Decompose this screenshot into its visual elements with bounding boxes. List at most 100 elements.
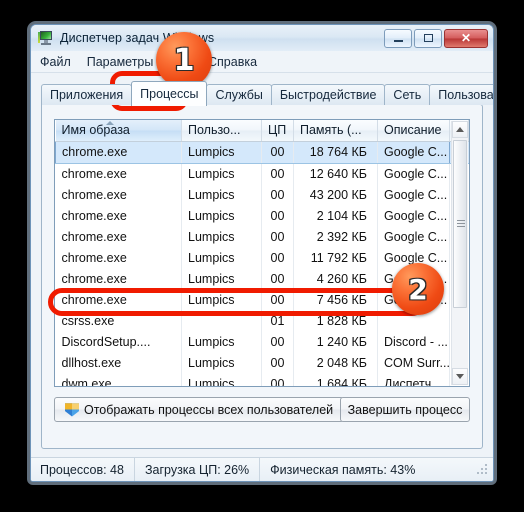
cell-memory: 4 260 КБ bbox=[293, 268, 378, 290]
menu-bar: Файл Параметры Вид Справка bbox=[31, 51, 493, 73]
table-row[interactable]: dllhost.exe Lumpics 00 2 048 КБ COM Surr... bbox=[55, 352, 469, 374]
cell-cpu: 00 bbox=[261, 205, 294, 227]
tab-processes[interactable]: Процессы bbox=[131, 81, 208, 106]
task-manager-icon bbox=[38, 30, 54, 46]
show-all-users-button[interactable]: Отображать процессы всех пользователей bbox=[54, 397, 345, 422]
end-process-label: Завершить процесс bbox=[347, 402, 463, 417]
cell-memory: 18 764 КБ bbox=[293, 140, 378, 164]
cell-description: Google C... bbox=[377, 247, 450, 269]
cell-cpu: 00 bbox=[261, 289, 294, 311]
cell-memory: 2 392 КБ bbox=[293, 226, 378, 248]
chevron-down-icon bbox=[456, 374, 464, 379]
scroll-down-button[interactable] bbox=[452, 368, 468, 385]
scroll-up-button[interactable] bbox=[452, 121, 468, 138]
tab-strip: Приложения Процессы Службы Быстродействи… bbox=[41, 81, 493, 106]
cell-user: Lumpics bbox=[181, 226, 262, 248]
cell-image-name: chrome.exe bbox=[55, 247, 182, 269]
resize-grip-icon[interactable] bbox=[476, 463, 490, 477]
cell-image-name: chrome.exe bbox=[55, 226, 182, 248]
cell-memory: 2 104 КБ bbox=[293, 205, 378, 227]
tab-network[interactable]: Сеть bbox=[384, 84, 431, 105]
status-process-count: Процессов: 48 bbox=[31, 458, 135, 481]
column-header-image-name[interactable]: Имя образа bbox=[55, 120, 182, 142]
menu-item-view[interactable]: Вид bbox=[169, 55, 192, 69]
status-cpu-usage: Загрузка ЦП: 26% bbox=[135, 458, 261, 481]
table-row[interactable]: chrome.exe Lumpics 00 11 792 КБ Google C... bbox=[55, 247, 469, 269]
tab-applications[interactable]: Приложения bbox=[41, 84, 133, 105]
cell-memory: 11 792 КБ bbox=[293, 247, 378, 269]
scrollbar-grip-icon bbox=[457, 220, 465, 228]
vertical-scrollbar[interactable] bbox=[451, 121, 468, 385]
cell-user: Lumpics bbox=[181, 373, 262, 386]
cell-cpu: 01 bbox=[261, 310, 294, 332]
minimize-button[interactable] bbox=[384, 28, 412, 48]
cell-image-name: chrome.exe bbox=[55, 184, 182, 206]
cell-image-name: chrome.exe bbox=[55, 163, 182, 185]
cell-cpu: 00 bbox=[261, 352, 294, 374]
window-title: Диспетчер задач Windows bbox=[60, 31, 215, 45]
table-row[interactable]: chrome.exe Lumpics 00 2 104 КБ Google C... bbox=[55, 205, 469, 227]
show-all-users-label: Отображать процессы всех пользователей bbox=[84, 402, 334, 417]
table-row[interactable]: csrss.exe 01 1 828 КБ bbox=[55, 310, 469, 332]
table-row[interactable]: chrome.exe Lumpics 00 4 260 КБ Google C... bbox=[55, 268, 469, 290]
menu-item-options[interactable]: Параметры bbox=[87, 55, 154, 69]
process-list[interactable]: Имя образа Пользо... ЦП Память (... Опис… bbox=[54, 119, 470, 387]
tab-users[interactable]: Пользователи bbox=[429, 84, 493, 105]
status-physical-memory: Физическая память: 43% bbox=[270, 462, 416, 477]
end-process-button[interactable]: Завершить процесс bbox=[340, 397, 470, 422]
cell-image-name: chrome.exe bbox=[55, 205, 182, 227]
tab-services[interactable]: Службы bbox=[206, 84, 272, 105]
button-row: Отображать процессы всех пользователей З… bbox=[54, 397, 470, 422]
cell-description: Диспетч... bbox=[377, 373, 450, 386]
cell-description bbox=[377, 310, 450, 332]
tab-performance[interactable]: Быстродействие bbox=[270, 84, 386, 105]
table-row[interactable]: chrome.exe Lumpics 00 43 200 КБ Google C... bbox=[55, 184, 469, 206]
cell-memory: 12 640 КБ bbox=[293, 163, 378, 185]
cell-memory: 1 828 КБ bbox=[293, 310, 378, 332]
column-header-user[interactable]: Пользо... bbox=[181, 120, 262, 142]
maximize-button[interactable] bbox=[414, 28, 442, 48]
table-row[interactable]: chrome.exe Lumpics 00 7 456 КБ Google C... bbox=[55, 289, 469, 311]
process-table-body: chrome.exe Lumpics 00 18 764 КБ Google C... c… bbox=[55, 140, 469, 386]
menu-item-help[interactable]: Справка bbox=[208, 55, 257, 69]
window-controls: ✕ bbox=[384, 28, 490, 48]
column-header-cpu[interactable]: ЦП bbox=[261, 120, 294, 142]
cell-user: Lumpics bbox=[181, 205, 262, 227]
cell-image-name: DiscordSetup.... bbox=[55, 331, 182, 353]
table-row[interactable]: dwm.exe Lumpics 00 1 684 КБ Диспетч... bbox=[55, 373, 469, 386]
table-row[interactable]: chrome.exe Lumpics 00 18 764 КБ Google C... bbox=[55, 140, 469, 164]
cell-user: Lumpics bbox=[181, 352, 262, 374]
cell-image-name: csrss.exe bbox=[55, 310, 182, 332]
table-row[interactable]: chrome.exe Lumpics 00 2 392 КБ Google C... bbox=[55, 226, 469, 248]
screenshot-canvas: Диспетчер задач Windows ✕ Файл Параметры… bbox=[0, 0, 524, 512]
column-header-description[interactable]: Описание bbox=[377, 120, 450, 142]
task-manager-window: Диспетчер задач Windows ✕ Файл Параметры… bbox=[30, 24, 494, 482]
cell-description: Google C... bbox=[377, 226, 450, 248]
cell-image-name: dllhost.exe bbox=[55, 352, 182, 374]
sort-ascending-icon bbox=[106, 121, 115, 125]
menu-item-file[interactable]: Файл bbox=[40, 55, 71, 69]
table-row[interactable]: chrome.exe Lumpics 00 12 640 КБ Google C... bbox=[55, 163, 469, 185]
cell-memory: 1 684 КБ bbox=[293, 373, 378, 386]
cell-cpu: 00 bbox=[261, 331, 294, 353]
cell-cpu: 00 bbox=[261, 184, 294, 206]
scrollbar-thumb[interactable] bbox=[453, 140, 467, 308]
cell-memory: 7 456 КБ bbox=[293, 289, 378, 311]
column-header-memory[interactable]: Память (... bbox=[293, 120, 378, 142]
close-button[interactable]: ✕ bbox=[444, 28, 488, 48]
cell-memory: 1 240 КБ bbox=[293, 331, 378, 353]
cell-user: Lumpics bbox=[181, 331, 262, 353]
cell-cpu: 00 bbox=[261, 373, 294, 386]
process-table: Имя образа Пользо... ЦП Память (... Опис… bbox=[55, 120, 469, 386]
client-area: Приложения Процессы Службы Быстродействи… bbox=[31, 73, 493, 481]
title-bar: Диспетчер задач Windows ✕ bbox=[31, 25, 493, 51]
cell-description: Google C... bbox=[377, 163, 450, 185]
status-bar: Процессов: 48 Загрузка ЦП: 26% Физическа… bbox=[31, 457, 493, 481]
cell-description: Discord - ... bbox=[377, 331, 450, 353]
cell-cpu: 00 bbox=[261, 226, 294, 248]
cell-memory: 2 048 КБ bbox=[293, 352, 378, 374]
cell-user: Lumpics bbox=[181, 140, 262, 164]
cell-image-name: dwm.exe bbox=[55, 373, 182, 386]
table-row[interactable]: DiscordSetup.... Lumpics 00 1 240 КБ Discord… bbox=[55, 331, 469, 353]
cell-cpu: 00 bbox=[261, 140, 294, 164]
